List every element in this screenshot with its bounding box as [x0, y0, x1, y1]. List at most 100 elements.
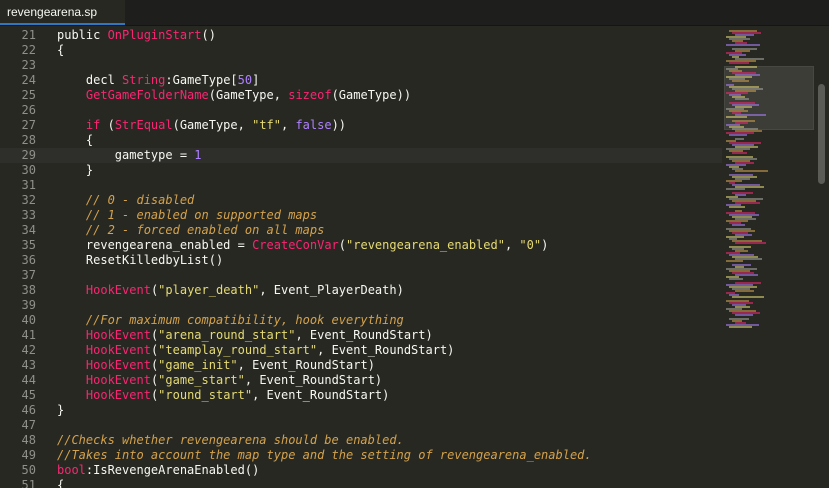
minimap-line — [729, 278, 743, 280]
minimap-line — [729, 134, 747, 136]
code-token: //Checks whether revengearena should be … — [57, 433, 404, 447]
code-token: "tf" — [252, 118, 281, 132]
code-token: "game_start" — [158, 373, 245, 387]
code-token: "game_init" — [158, 358, 238, 372]
code-token: { — [57, 478, 65, 488]
code-editor[interactable]: 21 22 23 24 25 26 27 28 29 30 31 32 33 34 35 36 37 38 39 40… — [0, 26, 722, 488]
line-number: 50 — [21, 463, 36, 477]
code-line[interactable]: // 1 - enabled on supported maps — [57, 208, 317, 223]
code-token: (GameType, — [172, 118, 253, 132]
tab-file[interactable]: revengearena.sp — [0, 0, 125, 25]
code-line[interactable]: { — [57, 133, 93, 148]
code-token: { — [57, 43, 65, 57]
code-line[interactable]: HookEvent("teamplay_round_start", Event_… — [57, 343, 455, 358]
code-line[interactable]: HookEvent("game_start", Event_RoundStart… — [57, 373, 382, 388]
code-token: HookEvent — [85, 283, 151, 297]
code-token: } — [57, 163, 94, 177]
line-number: 44 — [21, 373, 36, 387]
line-number: 24 — [21, 73, 36, 87]
line-number: 33 — [21, 208, 36, 222]
code-line[interactable]: gametype = 1 — [57, 148, 202, 163]
code-line[interactable]: //For maximum compatibility, hook everyt… — [57, 313, 404, 328]
code-line[interactable]: public OnPluginStart() — [57, 28, 216, 43]
vertical-scrollbar[interactable] — [814, 26, 829, 488]
code-token: OnPluginStart — [107, 28, 202, 42]
line-number: 47 — [21, 418, 36, 432]
code-line[interactable]: { — [57, 478, 64, 488]
code-token: decl — [57, 73, 123, 87]
line-number: 28 — [21, 133, 36, 147]
line-number-gutter: 21 22 23 24 25 26 27 28 29 30 31 32 33 34 35 36 37 38 39 40… — [0, 26, 42, 488]
minimap-line — [732, 80, 749, 82]
code-token: ) — [541, 238, 549, 252]
code-line[interactable]: //Takes into account the map type and th… — [57, 448, 592, 463]
code-line[interactable]: } — [57, 163, 93, 178]
code-line[interactable]: HookEvent("arena_round_start", Event_Rou… — [57, 328, 433, 343]
minimap[interactable] — [722, 26, 814, 488]
code-token: HookEvent — [85, 343, 151, 357]
code-line[interactable]: GetGameFolderName(GameType, sizeof(GameT… — [57, 88, 411, 103]
minimap-line — [729, 206, 745, 208]
code-token: "revengearena_enabled" — [346, 238, 505, 252]
code-line[interactable]: // 2 - forced enabled on all maps — [57, 223, 324, 238]
code-token: , Event_PlayerDeath) — [259, 283, 404, 297]
code-token: :GameType[ — [165, 73, 238, 87]
line-number: 39 — [21, 298, 36, 312]
code-token: "0" — [519, 238, 542, 252]
line-number: 34 — [21, 223, 36, 237]
code-token: "player_death" — [158, 283, 260, 297]
tab-title: revengearena.sp — [7, 5, 98, 19]
code-token: false — [295, 118, 332, 132]
minimap-line — [735, 242, 766, 244]
code-line[interactable]: HookEvent("player_death", Event_PlayerDe… — [57, 283, 404, 298]
minimap-line — [732, 296, 764, 298]
code-line[interactable]: decl String:GameType[50] — [57, 73, 259, 88]
code-token: , — [281, 118, 296, 132]
code-token: HookEvent — [85, 373, 151, 387]
code-token: )) — [331, 118, 347, 132]
code-line[interactable]: HookEvent("game_init", Event_RoundStart) — [57, 358, 375, 373]
line-number: 40 — [21, 313, 36, 327]
line-number: 42 — [21, 343, 36, 357]
minimap-line — [732, 152, 747, 154]
line-number: 32 — [21, 193, 36, 207]
code-line[interactable]: revengearena_enabled = CreateConVar("rev… — [57, 238, 548, 253]
line-number: 51 — [21, 478, 36, 488]
minimap-line — [726, 44, 760, 46]
code-line[interactable]: // 0 - disabled — [57, 193, 194, 208]
line-number: 48 — [21, 433, 36, 447]
code-token: , Event_RoundStart) — [237, 358, 375, 372]
code-token: StrEqual — [114, 118, 173, 132]
code-line[interactable]: if (StrEqual(GameType, "tf", false)) — [57, 118, 346, 133]
code-token: , Event_RoundStart) — [295, 328, 433, 342]
code-line[interactable]: ResetKilledbyList() — [57, 253, 223, 268]
code-line[interactable]: } — [57, 403, 64, 418]
code-token: HookEvent — [85, 328, 151, 342]
code-line[interactable]: //Checks whether revengearena should be … — [57, 433, 404, 448]
tab-bar: revengearena.sp — [0, 0, 829, 26]
code-token: CreateConVar — [252, 238, 339, 252]
code-token: } — [57, 403, 65, 417]
minimap-line — [729, 326, 752, 328]
code-token: public — [57, 28, 108, 42]
scrollbar-thumb[interactable] — [818, 84, 825, 184]
code-token: :IsRevengeArenaEnabled() — [85, 463, 260, 477]
code-line[interactable]: HookEvent("round_start", Event_RoundStar… — [57, 388, 389, 403]
code-token: , Event_RoundStart) — [317, 343, 455, 357]
code-line[interactable]: bool:IsRevengeArenaEnabled() — [57, 463, 259, 478]
code-token: revengearena_enabled = — [57, 238, 253, 252]
minimap-line — [735, 314, 753, 316]
code-token: ResetKilledbyList() — [57, 253, 224, 267]
line-number: 21 — [21, 28, 36, 42]
line-number: 35 — [21, 238, 36, 252]
minimap-line — [729, 62, 749, 64]
code-token: //Takes into account the map type and th… — [57, 448, 592, 462]
code-token: , Event_RoundStart) — [244, 373, 383, 387]
code-line[interactable]: { — [57, 43, 64, 58]
